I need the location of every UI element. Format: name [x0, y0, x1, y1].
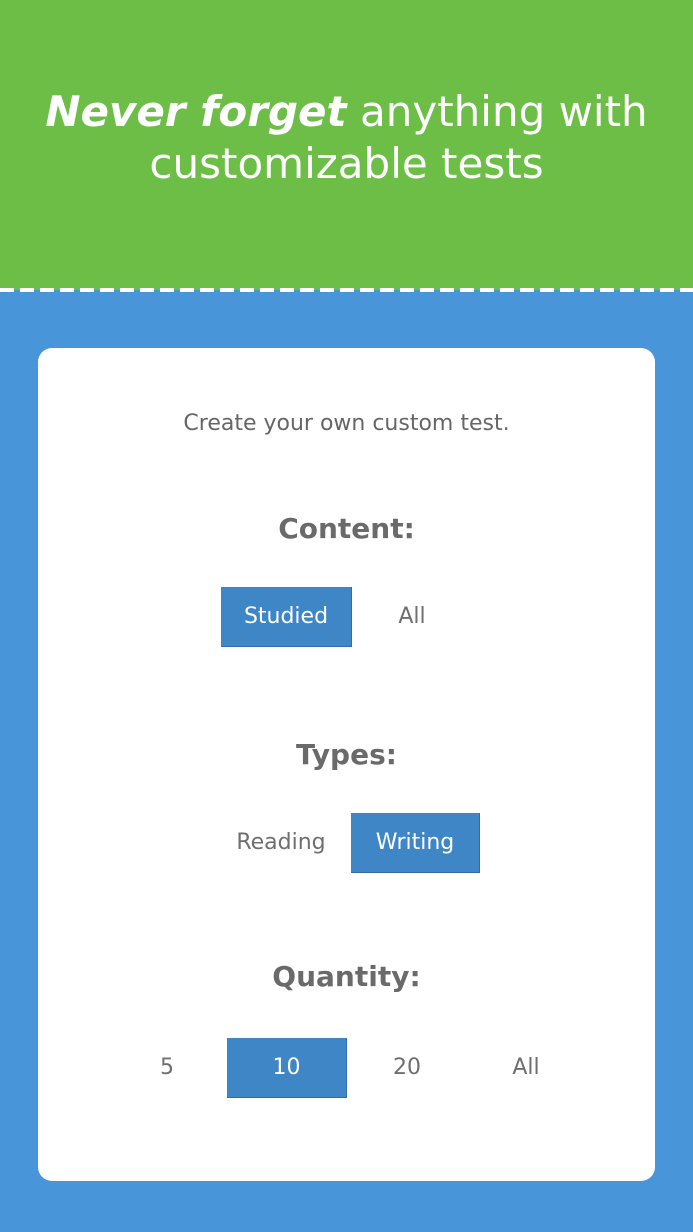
content-option-studied[interactable]: Studied: [221, 587, 352, 647]
hero-title: Never forget anything with customizable …: [0, 86, 693, 190]
quantity-section-title: Quantity:: [272, 960, 421, 993]
quantity-option-all[interactable]: All: [466, 1038, 586, 1098]
content-section-title: Content:: [278, 512, 415, 545]
quantity-option-10[interactable]: 10: [227, 1038, 347, 1098]
types-section-title: Types:: [296, 738, 397, 771]
types-option-reading[interactable]: Reading: [216, 813, 346, 873]
screen: Never forget anything with customizable …: [0, 0, 693, 1232]
quantity-option-5[interactable]: 5: [107, 1038, 227, 1098]
dashed-divider: [0, 288, 693, 292]
hero-banner: Never forget anything with customizable …: [0, 0, 693, 290]
hero-title-rest: anything with: [346, 87, 648, 136]
quantity-option-20[interactable]: 20: [347, 1038, 467, 1098]
card-intro-text: Create your own custom test.: [183, 411, 510, 436]
hero-title-emphasis: Never forget: [45, 87, 347, 136]
hero-title-line2: customizable tests: [149, 139, 544, 188]
types-option-writing[interactable]: Writing: [351, 813, 480, 873]
content-option-all[interactable]: All: [352, 587, 472, 647]
